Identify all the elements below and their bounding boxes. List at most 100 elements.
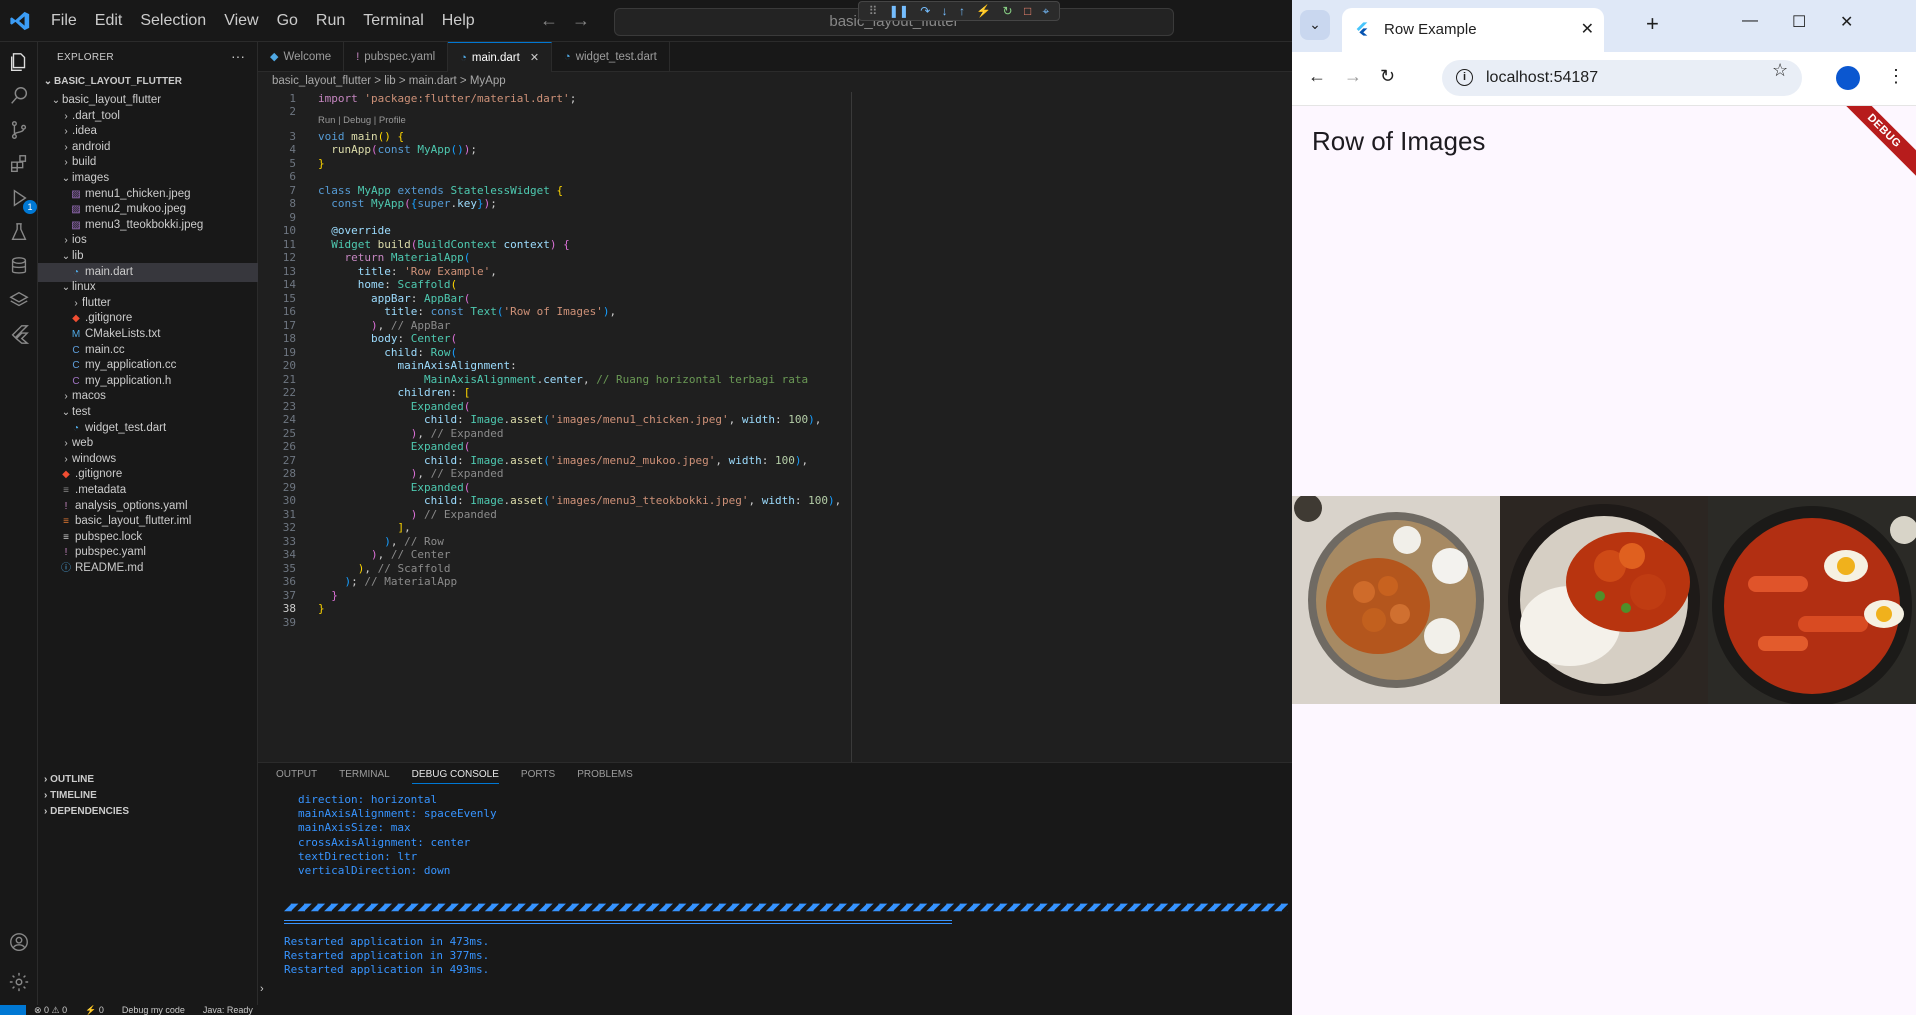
ports-status[interactable]: ⚡ 0 <box>85 1005 104 1015</box>
extensions-icon[interactable] <box>5 150 33 178</box>
line-number: 9 <box>289 211 296 224</box>
menu-go[interactable]: Go <box>268 12 307 30</box>
drag-handle-icon[interactable]: ⠿ <box>869 4 878 18</box>
line-number: 14 <box>282 278 296 291</box>
profile-avatar-icon[interactable] <box>1836 66 1860 90</box>
menu-view[interactable]: View <box>215 12 267 30</box>
code-line-20: mainAxisAlignment: <box>397 359 517 372</box>
menu-help[interactable]: Help <box>433 12 484 30</box>
line-number: 7 <box>289 184 296 197</box>
close-tab-icon[interactable]: ✕ <box>1581 19 1594 39</box>
step-out-icon[interactable]: ↑ <box>959 4 965 18</box>
back-arrow-icon[interactable]: ← <box>540 10 558 31</box>
tree-item-label: test <box>72 406 91 418</box>
tab-label: pubspec.yaml <box>364 51 436 63</box>
search-icon[interactable] <box>5 82 33 110</box>
line-number: 23 <box>282 400 296 413</box>
line-number: 15 <box>282 292 296 305</box>
close-icon[interactable]: ✕ <box>530 52 539 64</box>
problems-status[interactable]: ⊗ 0 ⚠ 0 <box>34 1005 67 1015</box>
account-icon[interactable] <box>5 928 33 956</box>
explorer-title: EXPLORER <box>57 52 114 63</box>
console-log-line: Restarted application in 377ms. <box>284 949 490 963</box>
tree-item-label: .metadata <box>75 484 127 496</box>
hot-reload-icon[interactable]: ⚡ <box>976 4 991 18</box>
stop-icon[interactable]: □ <box>1024 4 1031 18</box>
console-input-chevron-icon[interactable]: › <box>260 983 264 995</box>
explorer-icon[interactable] <box>5 48 33 76</box>
project-root[interactable]: ⌄ BASIC_LAYOUT_FLUTTER <box>38 72 258 91</box>
reload-icon[interactable]: ↻ <box>1380 66 1395 87</box>
line-number: 30 <box>282 494 296 507</box>
debug-status[interactable]: Debug my code <box>122 1005 185 1015</box>
codelens-run-debug[interactable]: Run | Debug | Profile <box>318 115 406 126</box>
flutter-icon[interactable] <box>5 320 33 348</box>
console-line: crossAxisAlignment: center <box>298 835 471 849</box>
tab-welcome[interactable]: ◆ Welcome <box>258 42 345 72</box>
menu-run[interactable]: Run <box>307 12 354 30</box>
menu-selection[interactable]: Selection <box>131 12 215 30</box>
line-number: 26 <box>282 440 296 453</box>
code-line-28: ), // Expanded <box>410 467 504 480</box>
tree-item-label: .gitignore <box>85 312 133 325</box>
source-control-icon[interactable] <box>5 116 33 144</box>
console-line: mainAxisSize: max <box>298 821 411 835</box>
line-number: 32 <box>282 521 296 534</box>
tree-item-label: pubspec.lock <box>75 530 143 543</box>
tab-output[interactable]: OUTPUT <box>276 769 317 784</box>
step-into-icon[interactable]: ↓ <box>942 4 948 18</box>
tree-item-label: ios <box>72 234 87 247</box>
code-line-22: children: [ <box>397 386 471 399</box>
layers-icon[interactable] <box>5 286 33 314</box>
database-icon[interactable] <box>5 252 33 280</box>
tab-problems[interactable]: PROBLEMS <box>577 769 633 784</box>
browser-tab[interactable]: Row Example ✕ <box>1342 8 1604 52</box>
new-tab-plus-icon[interactable]: + <box>1646 12 1659 36</box>
breadcrumb[interactable]: basic_layout_flutter > lib > main.dart >… <box>272 75 506 87</box>
console-line: textDirection: ltr <box>298 849 418 863</box>
step-over-icon[interactable]: ↷ <box>920 4 930 18</box>
tab-debug-console[interactable]: DEBUG CONSOLE <box>411 769 499 784</box>
window-close-icon[interactable]: ✕ <box>1840 12 1853 32</box>
menu-terminal[interactable]: Terminal <box>354 12 432 30</box>
minimize-icon[interactable]: — <box>1742 12 1758 30</box>
menu-edit[interactable]: Edit <box>86 12 132 30</box>
back-icon[interactable]: ← <box>1308 66 1326 87</box>
tab-label: Welcome <box>283 51 332 63</box>
tree-item-label: linux <box>72 281 96 294</box>
dependencies-section[interactable]: › DEPENDENCIES <box>38 802 258 821</box>
more-actions-icon[interactable]: ··· <box>231 42 245 70</box>
line-number: 28 <box>282 467 296 480</box>
tab-widget-test[interactable]: ◔ widget_test.dart <box>552 42 670 72</box>
line-number: 27 <box>282 454 296 467</box>
tree-item[interactable]: ⓘ README.md <box>38 559 258 578</box>
tree-item-label: my_application.h <box>85 374 172 387</box>
settings-gear-icon[interactable] <box>5 968 33 996</box>
forward-icon[interactable]: → <box>1344 66 1362 87</box>
address-bar[interactable]: i localhost:54187 <box>1442 60 1802 96</box>
java-status[interactable]: Java: Ready <box>203 1005 253 1015</box>
tab-search-chevron-icon[interactable]: ⌄ <box>1300 10 1330 40</box>
tab-terminal[interactable]: TERMINAL <box>339 769 390 784</box>
maximize-icon[interactable]: ☐ <box>1792 12 1806 32</box>
pause-icon[interactable]: ❚❚ <box>889 4 909 18</box>
code-editor[interactable]: 1 2 3 4 5 6 7 8 9 10 11 12 13 14 15 16 17 18 19 20 21 22 23 24 2… <box>258 92 1292 762</box>
menu-file[interactable]: File <box>42 12 86 30</box>
tab-main-dart[interactable]: ◔ main.dart ✕ <box>448 42 553 72</box>
devtools-icon[interactable]: ⌖ <box>1043 4 1050 19</box>
bookmark-star-icon[interactable]: ☆ <box>1772 60 1788 81</box>
image-row <box>1292 496 1916 704</box>
testing-icon[interactable] <box>5 218 33 246</box>
site-info-icon[interactable]: i <box>1456 69 1473 86</box>
code-line-10: @override <box>331 224 391 237</box>
tab-pubspec[interactable]: ! pubspec.yaml <box>344 42 449 72</box>
forward-arrow-icon[interactable]: → <box>572 10 590 31</box>
remote-indicator[interactable] <box>0 1005 26 1015</box>
browser-menu-icon[interactable]: ⋮ <box>1887 66 1905 87</box>
restart-icon[interactable]: ↻ <box>1003 4 1013 18</box>
dart-file-icon: ◔ <box>564 51 571 63</box>
run-debug-icon[interactable]: 1 <box>5 184 37 214</box>
code-line-17: ), // AppBar <box>370 319 451 332</box>
tab-ports[interactable]: PORTS <box>521 769 555 784</box>
flutter-app: Row of Images DEBUG <box>1292 106 1916 1015</box>
